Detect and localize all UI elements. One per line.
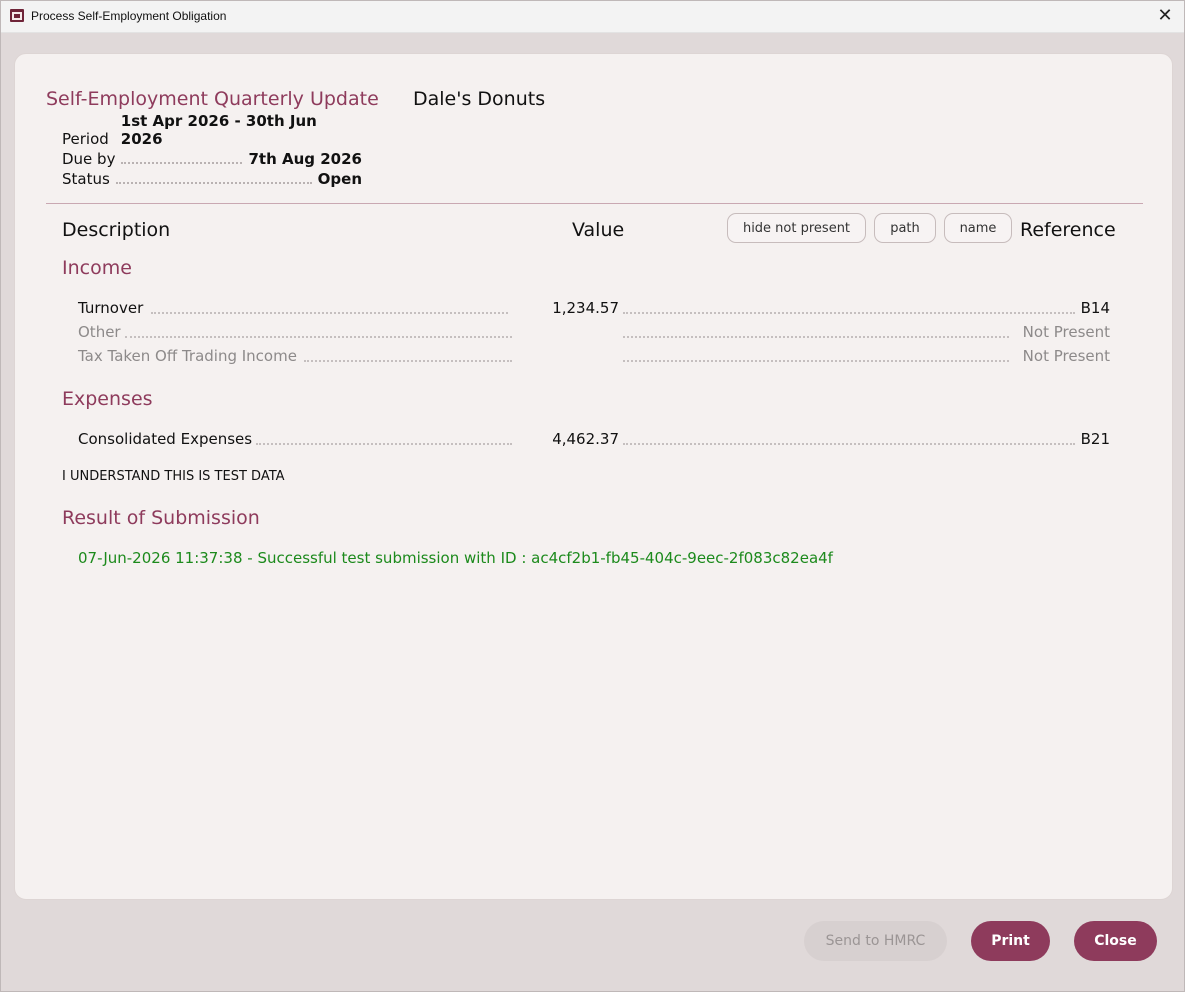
table-row: Tax Taken Off Trading Income Not Present (78, 345, 1110, 367)
column-header-description: Description (62, 219, 171, 241)
meta-value: 7th Aug 2026 (248, 150, 362, 168)
row-description: Consolidated Expenses (78, 430, 253, 448)
leader-dots (623, 443, 1075, 445)
business-name: Dale's Donuts (413, 88, 546, 110)
app-icon (10, 9, 24, 22)
section-title-expenses: Expenses (62, 388, 153, 410)
table-row: Other Not Present (78, 321, 1110, 343)
leader-dots (623, 360, 1009, 362)
row-description: Tax Taken Off Trading Income (78, 347, 297, 365)
leader-dots (256, 443, 512, 445)
meta-status: Status Open (62, 168, 362, 188)
meta-value: Open (317, 170, 362, 188)
meta-label: Period (62, 130, 109, 148)
row-value: 1,234.57 (552, 299, 619, 317)
leader-dots (151, 312, 508, 314)
row-description: Turnover (78, 299, 144, 317)
leader-dots (304, 360, 512, 362)
row-reference: B21 (1080, 430, 1110, 448)
name-button[interactable]: name (944, 213, 1012, 243)
content-panel: Self-Employment Quarterly Update Dale's … (14, 53, 1173, 900)
leader-dots (115, 182, 312, 184)
print-button[interactable]: Print (971, 921, 1050, 961)
hide-not-present-button[interactable]: hide not present (727, 213, 866, 243)
column-header-reference: Reference (1020, 219, 1116, 241)
row-reference: Not Present (1022, 323, 1110, 341)
path-button[interactable]: path (874, 213, 936, 243)
column-header-value: Value (572, 219, 625, 241)
close-button[interactable]: Close (1074, 921, 1157, 961)
meta-period: Period 1st Apr 2026 - 30th Jun 2026 (62, 112, 362, 148)
submission-result-message: 07-Jun-2026 11:37:38 - Successful test s… (78, 549, 833, 567)
section-title-result: Result of Submission (62, 507, 260, 529)
section-title-income: Income (62, 257, 132, 279)
page-title: Self-Employment Quarterly Update (46, 88, 379, 110)
meta-value: 1st Apr 2026 - 30th Jun 2026 (120, 112, 317, 148)
title-bar: Process Self-Employment Obligation ✕ (1, 1, 1184, 33)
leader-dots (125, 336, 512, 338)
row-reference: Not Present (1022, 347, 1110, 365)
divider (46, 203, 1143, 204)
meta-label: Due by (62, 150, 116, 168)
leader-dots (121, 162, 243, 164)
send-to-hmrc-button[interactable]: Send to HMRC (804, 921, 947, 961)
window-title: Process Self-Employment Obligation (31, 9, 227, 23)
row-reference: B14 (1080, 299, 1110, 317)
table-row: Turnover 1,234.57 B14 (78, 297, 1110, 319)
leader-dots (623, 336, 1009, 338)
row-description: Other (78, 323, 121, 341)
table-row: Consolidated Expenses 4,462.37 B21 (78, 428, 1110, 450)
meta-label: Status (62, 170, 110, 188)
meta-due: Due by 7th Aug 2026 (62, 148, 362, 168)
row-value: 4,462.37 (552, 430, 619, 448)
leader-dots (623, 312, 1075, 314)
close-icon[interactable]: ✕ (1154, 5, 1176, 27)
test-data-notice: I UNDERSTAND THIS IS TEST DATA (62, 469, 285, 484)
dialog-window: Process Self-Employment Obligation ✕ Sel… (0, 0, 1185, 992)
